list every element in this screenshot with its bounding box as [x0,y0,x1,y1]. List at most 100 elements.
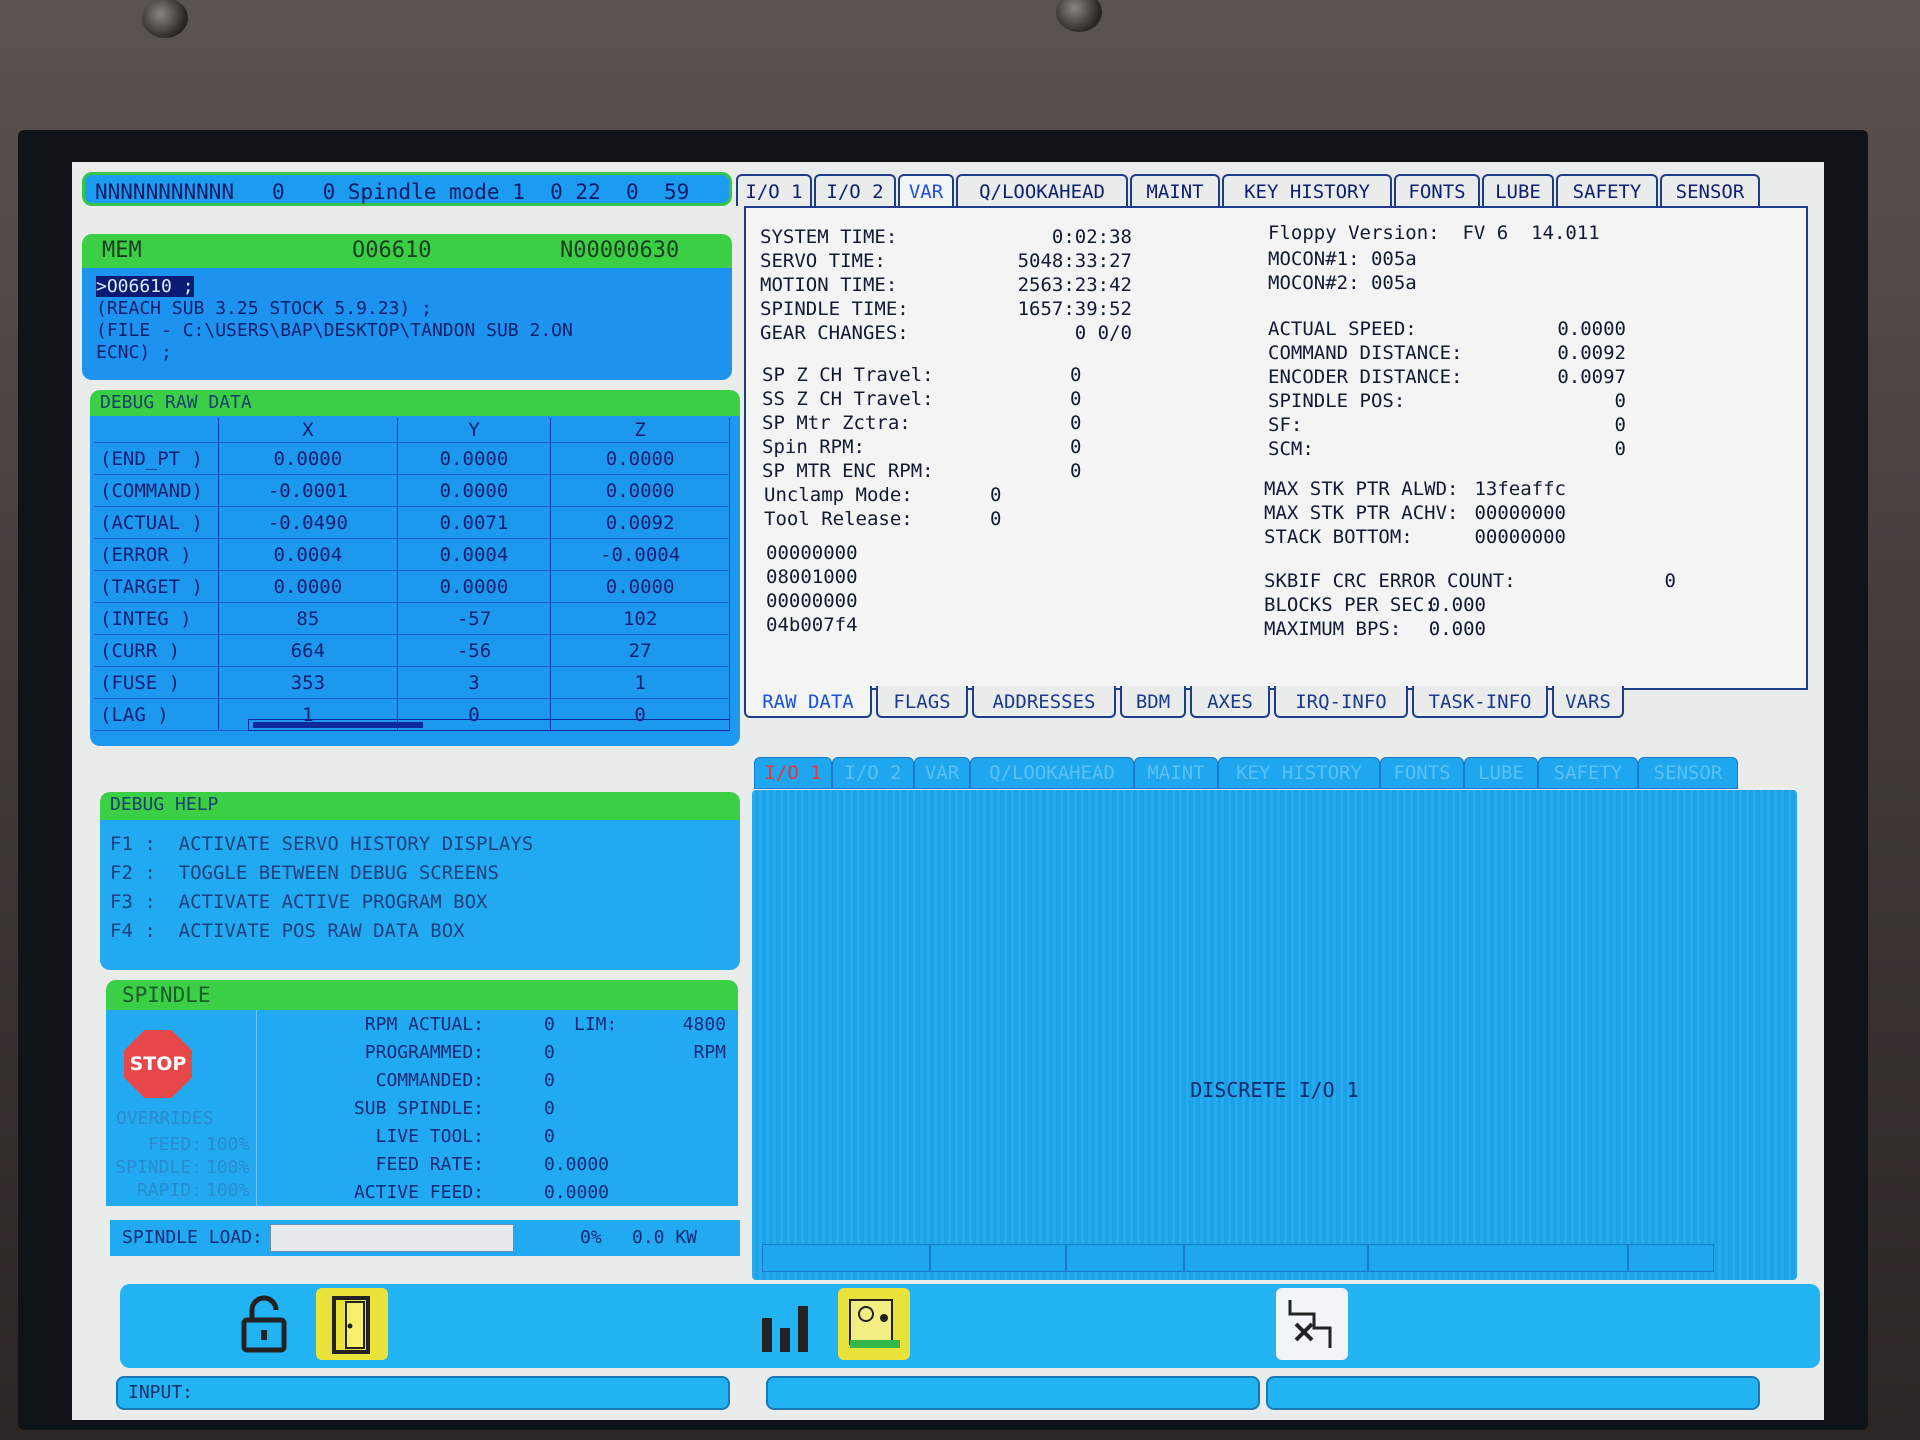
tab-sensor[interactable]: SENSOR [1660,174,1760,206]
table-row: (COMMAND) -0.0001 0.0000 0.0000 [94,474,730,507]
io-tab-key-history[interactable]: KEY HISTORY [1218,757,1380,789]
unclamp-value: 0 [990,484,1002,506]
io-tab-i-o-1[interactable]: I/O 1 [754,757,832,789]
tab-q-lookahead[interactable]: Q/LOOKAHEAD [956,174,1128,206]
sp-value: 0 [1070,412,1082,434]
bottom-toolbar [120,1284,1820,1368]
tab-irq-info[interactable]: IRQ-INFO [1274,686,1408,718]
tab-var[interactable]: VAR [898,174,954,206]
motion-label: ACTUAL SPEED: [1268,318,1417,340]
override-label: FEED: [147,1134,202,1155]
unlock-icon[interactable] [228,1288,300,1360]
tab-fonts[interactable]: FONTS [1394,174,1480,206]
io-tab-q-lookahead[interactable]: Q/LOOKAHEAD [970,757,1134,789]
spindle-row-unit: RPM [693,1042,726,1063]
spindle-row-label: LIVE TOOL: [375,1126,484,1147]
io-tab-sensor[interactable]: SENSOR [1638,757,1738,789]
spindle-load-percent: 0% [580,1227,602,1248]
io-tab-lube[interactable]: LUBE [1464,757,1538,789]
spindle-row-value: 0.0000 [544,1182,610,1203]
cell-z: -0.0004 [550,538,730,571]
cell-y: 0.0000 [397,442,552,475]
io-bottom-tab[interactable] [1184,1244,1368,1272]
tab-safety[interactable]: SAFETY [1556,174,1658,206]
scrollbar-thumb[interactable] [253,722,423,728]
time-value: 0 0/0 [1074,322,1132,344]
debug-tab-bar: RAW DATA FLAGS ADDRESSES BDM AXES IRQ-INFO TAS… [744,686,1804,720]
tab-key-history[interactable]: KEY HISTORY [1222,174,1392,206]
io-bottom-tab[interactable] [1066,1244,1184,1272]
io-bottom-tab[interactable] [1628,1244,1714,1272]
row-label: (COMMAND) [94,474,219,507]
input-field[interactable]: INPUT: [116,1376,730,1410]
override-label: SPINDLE: [115,1157,202,1178]
io-tab-i-o-2[interactable]: I/O 2 [832,757,914,789]
io-tab-maint[interactable]: MAINT [1134,757,1218,789]
tab-maint[interactable]: MAINT [1130,174,1220,206]
cell-z: 0.0000 [550,474,730,507]
stack-value: 00000000 [1474,502,1566,524]
sp-value: 0 [1070,388,1082,410]
top-tab-bar: I/O 1 I/O 2 VAR Q/LOOKAHEAD MAINT KEY HISTORY… [736,174,1816,208]
sp-label: SP Z CH Travel: [762,364,934,386]
axis-zero-icon[interactable] [1276,1288,1348,1360]
tab-raw-data[interactable]: RAW DATA [744,686,872,718]
cell-x: 0.0000 [218,570,398,603]
tab-lube[interactable]: LUBE [1482,174,1554,206]
spindle-row-label: SUB SPINDLE: [353,1098,484,1119]
cell-z: 0.0000 [550,442,730,475]
alarm-field [1266,1376,1760,1410]
io-tab-safety[interactable]: SAFETY [1538,757,1638,789]
spindle-load-chart-icon[interactable] [752,1288,824,1360]
spindle-row-unit: 4800 [682,1014,726,1035]
spindle-row-label: RPM ACTUAL: [364,1014,484,1035]
motion-value: 0.0000 [1557,318,1626,340]
tab-addresses[interactable]: ADDRESSES [972,686,1116,718]
cell-x: -0.0490 [218,506,398,539]
motion-label: ENCODER DISTANCE: [1268,366,1463,388]
spindle-panel: STOP OVERRIDES FEED: 100% SPINDLE: 100% RAPI… [106,1010,738,1206]
tab-flags[interactable]: FLAGS [876,686,968,718]
stack-label: STACK BOTTOM: [1264,526,1413,548]
column-header [94,418,219,443]
bolt-icon [142,0,188,38]
spindle-load-label: SPINDLE LOAD: [122,1227,263,1248]
table-row: (CURR ) 664 -56 27 [94,634,730,667]
row-label: (ERROR ) [94,538,219,571]
io-tab-var[interactable]: VAR [914,757,970,789]
horizontal-scrollbar[interactable] [248,719,730,731]
column-header: X [218,418,398,443]
program-line: >O06610 ; [96,276,718,298]
tab-axes[interactable]: AXES [1190,686,1270,718]
io-bottom-tab[interactable] [762,1244,930,1272]
unclamp-label: Unclamp Mode: [764,484,913,506]
active-program-box[interactable]: >O06610 ; (REACH SUB 3.25 STOCK 5.9.23) ;… [82,268,732,380]
stack-label: MAX STK PTR ACHV: [1264,502,1459,524]
spindle-row-label: COMMANDED: [375,1070,484,1091]
io-bottom-tab[interactable] [1368,1244,1628,1272]
tab-task-info[interactable]: TASK-INFO [1412,686,1548,718]
cell-x: 0.0004 [218,538,398,571]
io-tab-fonts[interactable]: FONTS [1380,757,1464,789]
tab-bdm[interactable]: BDM [1120,686,1186,718]
tab-i-o-1[interactable]: I/O 1 [736,174,812,206]
tool-changer-icon[interactable] [838,1288,910,1360]
row-label: (ACTUAL ) [94,506,219,539]
discrete-io-panel: DISCRETE I/O 1 [752,790,1797,1280]
cell-y: 0.0000 [397,474,552,507]
motion-value: 0.0092 [1557,342,1626,364]
column-header: Z [550,418,730,443]
cell-z: 0.0000 [550,570,730,603]
debug-raw-title: DEBUG RAW DATA [90,390,740,416]
spindle-load-bar [270,1224,514,1252]
var-data-panel: SYSTEM TIME: 0:02:38 SERVO TIME: 5048:33:27… [744,206,1808,690]
table-row: (END_PT ) 0.0000 0.0000 0.0000 [94,442,730,475]
door-icon[interactable] [316,1288,388,1360]
sp-value: 0 [1070,460,1082,482]
current-block: >O06610 ; [96,276,194,297]
tab-i-o-2[interactable]: I/O 2 [814,174,896,206]
tab-vars[interactable]: VARS [1552,686,1624,718]
io-bottom-tab[interactable] [930,1244,1066,1272]
skbif-label: SKBIF CRC ERROR COUNT: [1264,570,1516,592]
